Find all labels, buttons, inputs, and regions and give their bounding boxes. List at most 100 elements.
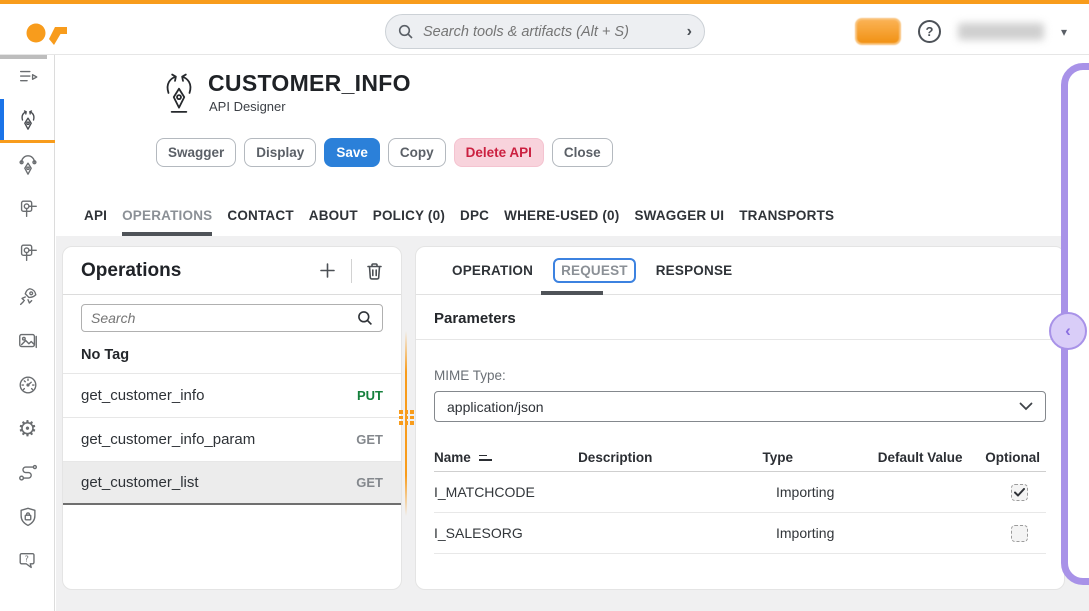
column-optional: Optional: [985, 450, 1046, 465]
tab-operation[interactable]: OPERATION: [452, 263, 533, 278]
tab-transports[interactable]: TRANSPORTS: [739, 208, 834, 236]
delete-api-button[interactable]: Delete API: [454, 138, 544, 167]
operations-group-label: No Tag: [63, 332, 401, 373]
list-detail-icon: [17, 66, 39, 88]
help-chat-icon: ?: [17, 550, 39, 572]
page-header: CUSTOMER_INFO API Designer Swagger Displ…: [56, 55, 1089, 236]
parameters-table: Name Description Type Default Value Opti…: [434, 444, 1046, 554]
tab-operations[interactable]: OPERATIONS: [122, 208, 212, 236]
sort-ascending-icon[interactable]: [479, 455, 492, 461]
parameter-row-i-salesorg[interactable]: I_SALESORG Importing: [434, 513, 1046, 554]
operation-row-get-customer-list[interactable]: get_customer_list GET: [63, 461, 401, 505]
operations-panel-title: Operations: [81, 260, 318, 282]
panel-splitter-grip-icon[interactable]: [399, 410, 413, 429]
brand-logo-icon[interactable]: [26, 17, 74, 47]
global-search[interactable]: ›: [385, 14, 705, 49]
global-search-input[interactable]: [423, 24, 678, 40]
operations-search-input[interactable]: [91, 310, 357, 326]
operation-method-badge: GET: [356, 475, 383, 490]
column-name[interactable]: Name: [434, 450, 471, 465]
detail-tab-bar: OPERATION REQUEST RESPONSE: [416, 247, 1064, 295]
left-nav-rail: ⚙ ?: [0, 55, 55, 611]
sidebar-item-api-designer-alt[interactable]: [0, 143, 55, 187]
search-submit-chevron-icon[interactable]: ›: [687, 23, 692, 41]
app-window: › ? ▾: [0, 0, 1089, 611]
page-title: CUSTOMER_INFO: [208, 70, 411, 97]
gear-icon: ⚙: [18, 418, 38, 440]
user-menu-chevron-icon[interactable]: ▾: [1061, 25, 1067, 39]
notification-badge[interactable]: [855, 18, 901, 45]
tab-contact[interactable]: CONTACT: [227, 208, 293, 236]
operations-search[interactable]: [81, 304, 383, 332]
tab-about[interactable]: ABOUT: [309, 208, 358, 236]
tab-api[interactable]: API: [84, 208, 107, 236]
operation-row-get-customer-info-param[interactable]: get_customer_info_param GET: [63, 417, 401, 461]
gauge-icon: [17, 374, 39, 396]
optional-checkbox-unchecked[interactable]: [1011, 525, 1028, 542]
sidebar-item-support[interactable]: ?: [0, 539, 55, 583]
chevron-left-icon: ‹: [1065, 322, 1071, 339]
operation-method-badge: PUT: [357, 388, 383, 403]
parameter-row-i-matchcode[interactable]: I_MATCHCODE Importing: [434, 472, 1046, 513]
active-tab-underline: [541, 291, 603, 295]
sidebar-item-port-1[interactable]: [0, 187, 55, 231]
column-type: Type: [762, 450, 877, 465]
sidebar-item-settings[interactable]: ⚙: [0, 407, 55, 451]
sidebar-item-flows[interactable]: [0, 451, 55, 495]
rocket-icon: [17, 286, 39, 308]
search-icon: [398, 24, 414, 40]
sidebar-item-api-designer[interactable]: [0, 99, 55, 143]
tab-swagger-ui[interactable]: SWAGGER UI: [634, 208, 724, 236]
operation-method-badge: GET: [356, 432, 383, 447]
operation-detail-panel: OPERATION REQUEST RESPONSE Parameters MI…: [415, 246, 1065, 590]
tab-where-used[interactable]: WHERE-USED (0): [504, 208, 619, 236]
content-area: Operations: [56, 236, 1089, 611]
action-button-row: Swagger Display Save Copy Delete API Clo…: [156, 138, 613, 167]
help-icon[interactable]: ?: [918, 20, 941, 43]
port-connector-icon: [17, 242, 39, 264]
parameter-name: I_SALESORG: [434, 525, 584, 541]
operation-name: get_customer_info_param: [81, 431, 356, 448]
mime-type-value: application/json: [447, 399, 1019, 415]
tab-dpc[interactable]: DPC: [460, 208, 489, 236]
image-icon: [17, 330, 39, 352]
tab-policy[interactable]: POLICY (0): [373, 208, 445, 236]
tab-request[interactable]: REQUEST: [553, 258, 636, 283]
search-icon[interactable]: [357, 310, 373, 326]
close-button[interactable]: Close: [552, 138, 613, 167]
port-connector-icon: [17, 198, 39, 220]
swagger-button[interactable]: Swagger: [156, 138, 236, 167]
parameter-name: I_MATCHCODE: [434, 484, 584, 500]
optional-checkbox-checked[interactable]: [1011, 484, 1028, 501]
save-button[interactable]: Save: [324, 138, 380, 167]
plus-icon: [318, 261, 337, 280]
mime-type-label: MIME Type:: [434, 368, 1046, 383]
operation-row-get-customer-info[interactable]: get_customer_info PUT: [63, 373, 401, 417]
parameter-type: Importing: [776, 525, 896, 541]
sidebar-item-artifact-list[interactable]: [0, 55, 55, 99]
trash-icon: [366, 262, 383, 280]
top-bar: › ? ▾: [0, 0, 1089, 55]
checkmark-icon: [1014, 488, 1025, 497]
user-name-redacted: [958, 23, 1044, 40]
sidebar-item-port-2[interactable]: [0, 231, 55, 275]
display-button[interactable]: Display: [244, 138, 316, 167]
tab-response[interactable]: RESPONSE: [656, 263, 733, 278]
operation-name: get_customer_info: [81, 387, 357, 404]
sidebar-item-security[interactable]: [0, 495, 55, 539]
svg-text:?: ?: [24, 553, 28, 563]
pen-tool-arrows-icon: [17, 109, 39, 131]
sidebar-item-deploy[interactable]: [0, 275, 55, 319]
sidebar-item-media[interactable]: [0, 319, 55, 363]
mime-type-select[interactable]: application/json: [434, 391, 1046, 422]
pen-tool-arc-icon: [17, 154, 39, 176]
copy-button[interactable]: Copy: [388, 138, 446, 167]
delete-operation-button[interactable]: [366, 262, 383, 280]
column-description: Description: [578, 450, 762, 465]
parameter-type: Importing: [776, 484, 896, 500]
parameters-table-header: Name Description Type Default Value Opti…: [434, 444, 1046, 472]
sidebar-item-monitor[interactable]: [0, 363, 55, 407]
flow-path-icon: [17, 462, 39, 484]
add-operation-button[interactable]: [318, 261, 337, 280]
expand-panel-button[interactable]: ‹: [1049, 312, 1087, 350]
